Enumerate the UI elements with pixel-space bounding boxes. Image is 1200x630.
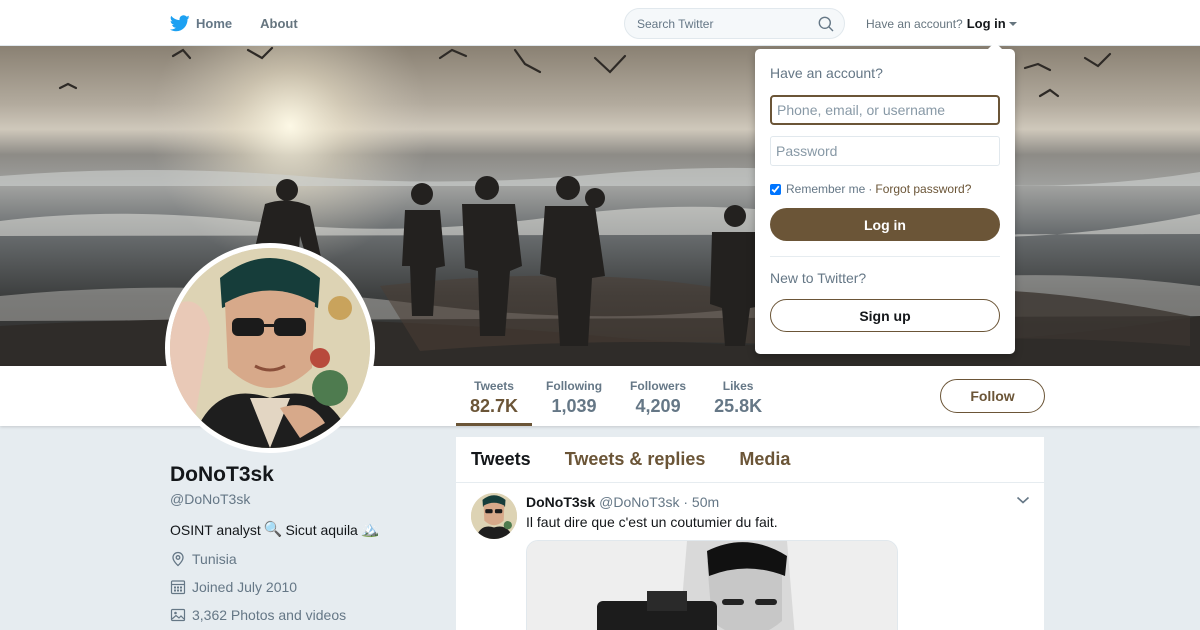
nav-about-link[interactable]: About [260,16,298,31]
nav-home-label: Home [196,15,233,31]
bio-text: Sicut aquila [285,522,358,538]
remember-me-checkbox[interactable] [770,183,781,195]
location-pin-icon [172,551,184,567]
timeline: Tweets Tweets & replies Media DoNoT3sk @… [456,437,1044,630]
bio-text: OSINT analyst [170,522,261,538]
nav-home-link[interactable]: Home [170,14,233,32]
login-dropdown: Have an account? Remember me · Forgot pa… [755,42,1015,354]
tweet-media-image[interactable] [526,540,898,630]
separator-dot: · [868,182,873,196]
stat-label: Likes [722,379,754,393]
mountain-emoji-icon: 🏔️ [360,521,380,538]
stat-value: 1,039 [551,396,597,416]
photo-icon [170,608,186,622]
nav-links: Home About [170,0,326,46]
remember-row: Remember me · Forgot password? [770,182,1000,196]
stat-label: Following [546,379,603,393]
stat-followers[interactable]: Followers 4,209 [616,366,700,426]
have-account-label: Have an account? [866,16,963,31]
photos-text[interactable]: 3,362 Photos and videos [192,607,346,623]
new-to-twitter-label: New to Twitter? [770,270,867,286]
stat-tweets[interactable]: Tweets 82.7K [456,366,533,426]
twitter-bird-icon [170,14,190,31]
stat-label: Tweets [474,379,514,393]
tweet-author-handle[interactable]: @DoNoT3sk [599,494,679,510]
profile-joined: Joined July 2010 [170,578,430,596]
stat-likes[interactable]: Likes 25.8K [700,366,776,426]
stat-value: 4,209 [635,396,681,416]
tweet-text: Il faut dire que c'est un coutumier du f… [526,514,778,530]
joined-text: Joined July 2010 [192,579,298,595]
password-field[interactable] [770,136,1000,166]
tab-tweets[interactable]: Tweets [471,449,531,470]
avatar-image [170,248,370,448]
dropdown-title: Have an account? [770,65,883,81]
tweet-header: DoNoT3sk @DoNoT3sk · 50m [526,493,1029,511]
stat-following[interactable]: Following 1,039 [532,366,616,426]
tweet-avatar[interactable] [471,493,517,539]
location-text[interactable]: Tunisia [192,551,237,567]
login-button[interactable]: Log in [770,208,1000,241]
profile-avatar[interactable] [165,243,375,453]
tweet-dot-separator: · [683,494,689,510]
tweet-author-name[interactable]: DoNoT3sk [526,494,595,510]
cartoon-man-sunglasses-illustration [471,493,517,539]
bw-photo-man-camera [527,541,897,630]
profile-name[interactable]: DoNoT3sk [170,462,430,488]
signup-button[interactable]: Sign up [770,299,1000,332]
tweet-timestamp[interactable]: 50m [692,494,719,510]
profile-stats: Tweets 82.7K Following 1,039 Followers 4… [456,366,776,426]
forgot-password-link[interactable]: Forgot password? [875,182,971,196]
profile-info: DoNoT3sk @DoNoT3sk OSINT analyst 🔍 Sicut… [170,462,430,624]
caret-down-icon [1008,22,1017,26]
tab-tweets-and-replies[interactable]: Tweets & replies [565,449,706,470]
profile-photos-link[interactable]: 3,362 Photos and videos [170,606,430,624]
login-link[interactable]: Log in [967,16,1006,31]
timeline-tabs: Tweets Tweets & replies Media [456,437,1044,483]
cartoon-man-sunglasses-illustration [170,248,370,448]
stat-label: Followers [630,379,687,393]
follow-button[interactable]: Follow [940,379,1045,413]
username-field[interactable] [770,95,1000,125]
search-input[interactable] [637,16,818,31]
stat-value: 25.8K [714,396,763,416]
magnifier-emoji-icon: 🔍 [263,521,283,538]
login-menu-toggle[interactable]: Have an account? Log in [866,16,1017,31]
calendar-icon [170,580,186,595]
dropdown-divider [770,256,1000,257]
search-box [624,8,845,39]
profile-handle[interactable]: @DoNoT3sk [170,488,430,510]
search-icon[interactable] [818,16,834,32]
stat-value: 82.7K [470,396,519,416]
top-navigation: Home About Have an account? Log in [0,0,1200,46]
remember-me-label[interactable]: Remember me [786,182,865,196]
profile-location: Tunisia [170,550,430,568]
chevron-down-icon[interactable] [1016,495,1030,505]
tab-media[interactable]: Media [739,449,790,470]
profile-bio: OSINT analyst 🔍 Sicut aquila 🏔️ [170,520,430,540]
tweet-item[interactable]: DoNoT3sk @DoNoT3sk · 50m Il faut dire qu… [456,483,1044,630]
